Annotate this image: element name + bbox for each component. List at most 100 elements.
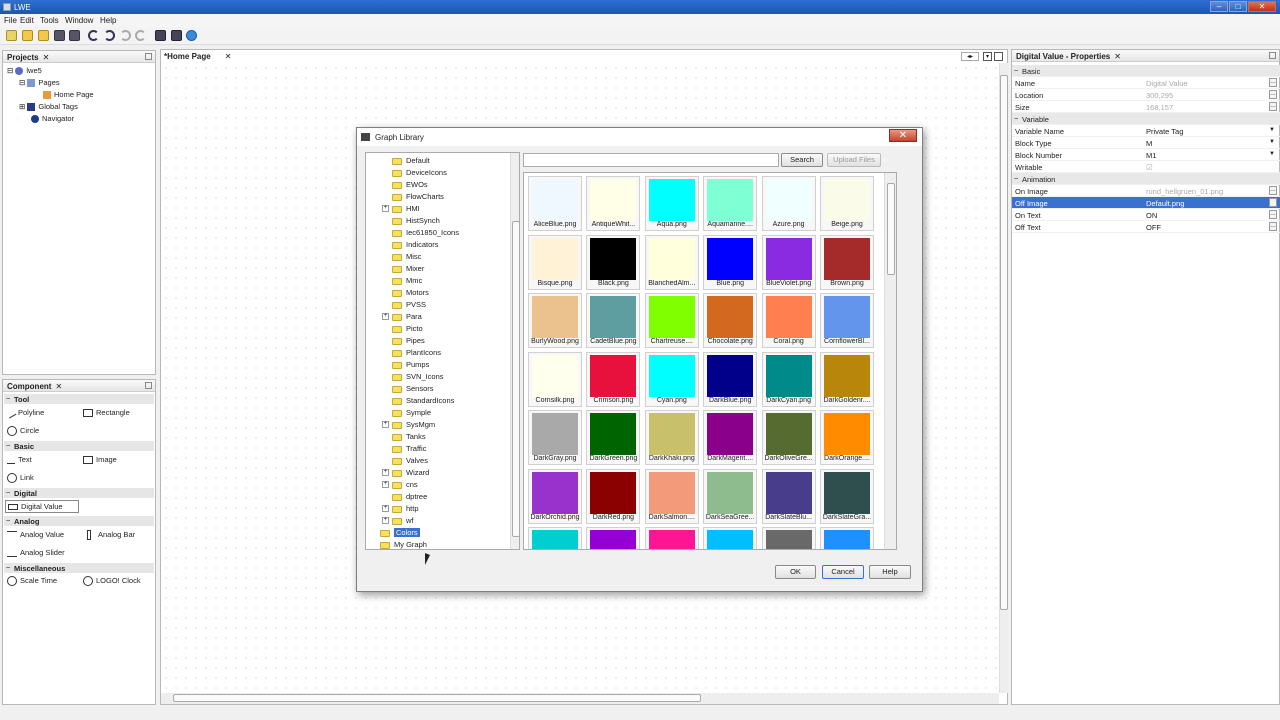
folder-wf[interactable]: wf xyxy=(392,516,414,525)
folder-pumps[interactable]: Pumps xyxy=(392,360,429,369)
folder-para[interactable]: Para xyxy=(392,312,422,321)
tree-item-home-page[interactable]: Home Page xyxy=(43,90,94,100)
folder-cns[interactable]: cns xyxy=(392,480,418,489)
folder-indicators[interactable]: Indicators xyxy=(392,240,439,249)
editor-vscrollbar[interactable] xyxy=(999,63,1008,693)
dropdown-arrow-icon[interactable]: ▼ xyxy=(1269,139,1275,145)
property-row[interactable]: Variable Name Private Tag ▼ xyxy=(1012,125,1280,137)
image-tile[interactable] xyxy=(586,527,641,549)
folder-misc[interactable]: Misc xyxy=(392,252,421,261)
image-tile[interactable]: DarkCyan.png xyxy=(761,351,816,407)
folder-sysmgm[interactable]: SysMgm xyxy=(392,420,435,429)
palette-logo-clock[interactable]: LOGO! Clock xyxy=(83,576,141,587)
folder-pvss[interactable]: PVSS xyxy=(392,300,426,309)
image-tile[interactable]: DarkOrange.... xyxy=(820,410,874,465)
property-value[interactable]: 300,295 xyxy=(1146,91,1173,100)
folder-picto[interactable]: Picto xyxy=(392,324,423,333)
folder-valves[interactable]: Valves xyxy=(392,456,428,465)
image-tile[interactable]: Crimson.png xyxy=(586,351,641,407)
dialog-close-button[interactable]: ✕ xyxy=(889,129,917,142)
image-tile[interactable]: DarkMagent.... xyxy=(703,410,758,465)
menu-tools[interactable]: Tools xyxy=(40,16,59,25)
image-tile[interactable]: Cornsilk.png xyxy=(528,351,582,407)
maximize-button[interactable]: □ xyxy=(1229,1,1247,12)
tab-list-icon[interactable]: ▾ xyxy=(983,52,992,61)
image-tile[interactable]: Chartreuse.... xyxy=(644,293,699,348)
download-icon[interactable] xyxy=(155,30,166,41)
expand-icon[interactable]: + xyxy=(382,517,389,524)
image-tile[interactable]: DarkSlateGra... xyxy=(820,468,874,524)
new-icon[interactable] xyxy=(6,30,17,41)
image-tile[interactable]: Brown.png xyxy=(820,234,874,290)
image-tile[interactable]: Black.png xyxy=(586,234,641,290)
folder-deviceicons[interactable]: DeviceIcons xyxy=(392,168,447,177)
palette-polyline[interactable]: Polyline xyxy=(5,407,44,419)
image-tile[interactable]: DarkKhaki.png xyxy=(644,410,699,465)
image-tile[interactable]: DarkOliveGre... xyxy=(761,410,816,465)
image-tile[interactable]: Bisque.png xyxy=(528,234,582,290)
property-browse-button[interactable]: … xyxy=(1269,90,1277,99)
category-tool[interactable]: Tool xyxy=(4,394,154,404)
folder-tree[interactable]: Default DeviceIcons EWOs FlowCharts HMI + Hist… xyxy=(365,152,520,550)
image-tile[interactable] xyxy=(644,527,699,549)
property-value[interactable]: Default.png xyxy=(1146,199,1185,208)
category-digital[interactable]: Digital xyxy=(4,488,154,498)
expand-icon[interactable]: + xyxy=(382,505,389,512)
category-basic[interactable]: Basic xyxy=(4,441,154,451)
menu-file[interactable]: File xyxy=(4,16,17,25)
folder-tanks[interactable]: Tanks xyxy=(392,432,426,441)
property-value[interactable]: Digital Value xyxy=(1146,79,1188,88)
palette-analog-value[interactable]: Analog Value xyxy=(7,530,64,539)
property-section[interactable]: Variable xyxy=(1012,113,1280,125)
property-row[interactable]: Off Text OFF… xyxy=(1012,221,1280,233)
image-grid-scrollbar[interactable] xyxy=(884,173,896,549)
image-tile[interactable]: AntiqueWhit... xyxy=(586,176,641,231)
expand-icon[interactable]: + xyxy=(382,205,389,212)
palette-circle[interactable]: Circle xyxy=(7,426,39,437)
folder-mixer[interactable]: Mixer xyxy=(392,264,424,273)
minimize-button[interactable]: – xyxy=(1210,1,1228,12)
folder-iec61850-icons[interactable]: Iec61850_Icons xyxy=(392,228,459,237)
upload-icon[interactable] xyxy=(171,30,182,41)
image-grid[interactable]: AliceBlue.png AntiqueWhit... Aqua.png Aquam… xyxy=(523,172,897,550)
property-row[interactable]: On Text ON… xyxy=(1012,209,1280,221)
folder-wizard[interactable]: Wizard xyxy=(392,468,429,477)
menu-window[interactable]: Window xyxy=(65,16,93,25)
folder-planticons[interactable]: PlantIcons xyxy=(392,348,441,357)
image-tile[interactable]: CornflowerBl... xyxy=(820,293,874,348)
menu-edit[interactable]: Edit xyxy=(20,16,34,25)
property-row[interactable]: Size 168,157… xyxy=(1012,101,1280,113)
property-browse-button[interactable]: … xyxy=(1269,222,1277,231)
image-tile[interactable]: DarkSlateBlu... xyxy=(761,468,816,524)
folder-standardicons[interactable]: StandardIcons xyxy=(392,396,454,405)
image-tile[interactable] xyxy=(761,527,816,549)
property-row[interactable]: Block Number M1 ▼ xyxy=(1012,149,1280,161)
folder-my-graph[interactable]: My Graph xyxy=(380,540,427,549)
palette-analog-bar[interactable]: Analog Bar xyxy=(87,530,135,541)
property-row[interactable]: On Image rund_hellgruen_01.png… xyxy=(1012,185,1280,197)
image-tile[interactable]: Aqua.png xyxy=(644,176,699,231)
search-button[interactable]: Search xyxy=(781,153,823,167)
image-tile[interactable]: Chocolate.png xyxy=(703,293,758,348)
image-tile[interactable]: DarkSeaGree... xyxy=(703,468,758,524)
open-icon[interactable] xyxy=(38,30,49,41)
image-tile[interactable] xyxy=(528,527,582,549)
property-browse-button[interactable]: … xyxy=(1269,198,1277,207)
property-row[interactable]: Name Digital Value… xyxy=(1012,77,1280,89)
folder-pipes[interactable]: Pipes xyxy=(392,336,425,345)
image-tile[interactable]: CadetBlue.png xyxy=(586,293,641,348)
image-tile[interactable]: DarkRed.png xyxy=(586,468,641,524)
palette-text[interactable]: Text xyxy=(7,455,32,465)
folder-default[interactable]: Default xyxy=(392,156,430,165)
save-all-icon[interactable] xyxy=(69,30,80,41)
image-tile[interactable]: DarkGoldenr.... xyxy=(820,351,874,407)
redo-icon[interactable] xyxy=(104,30,115,41)
folder-motors[interactable]: Motors xyxy=(392,288,429,297)
save-icon[interactable] xyxy=(54,30,65,41)
folder-mmc[interactable]: Mmc xyxy=(392,276,422,285)
image-tile[interactable]: Cyan.png xyxy=(644,351,699,407)
tab-home-page[interactable]: *Home Page ✕ xyxy=(164,52,231,61)
image-tile[interactable]: Aquamarine.... xyxy=(703,176,758,231)
dropdown-arrow-icon[interactable]: ▼ xyxy=(1269,151,1275,157)
editor-tab-controls[interactable]: ◂▸ ▾ xyxy=(961,52,1005,61)
